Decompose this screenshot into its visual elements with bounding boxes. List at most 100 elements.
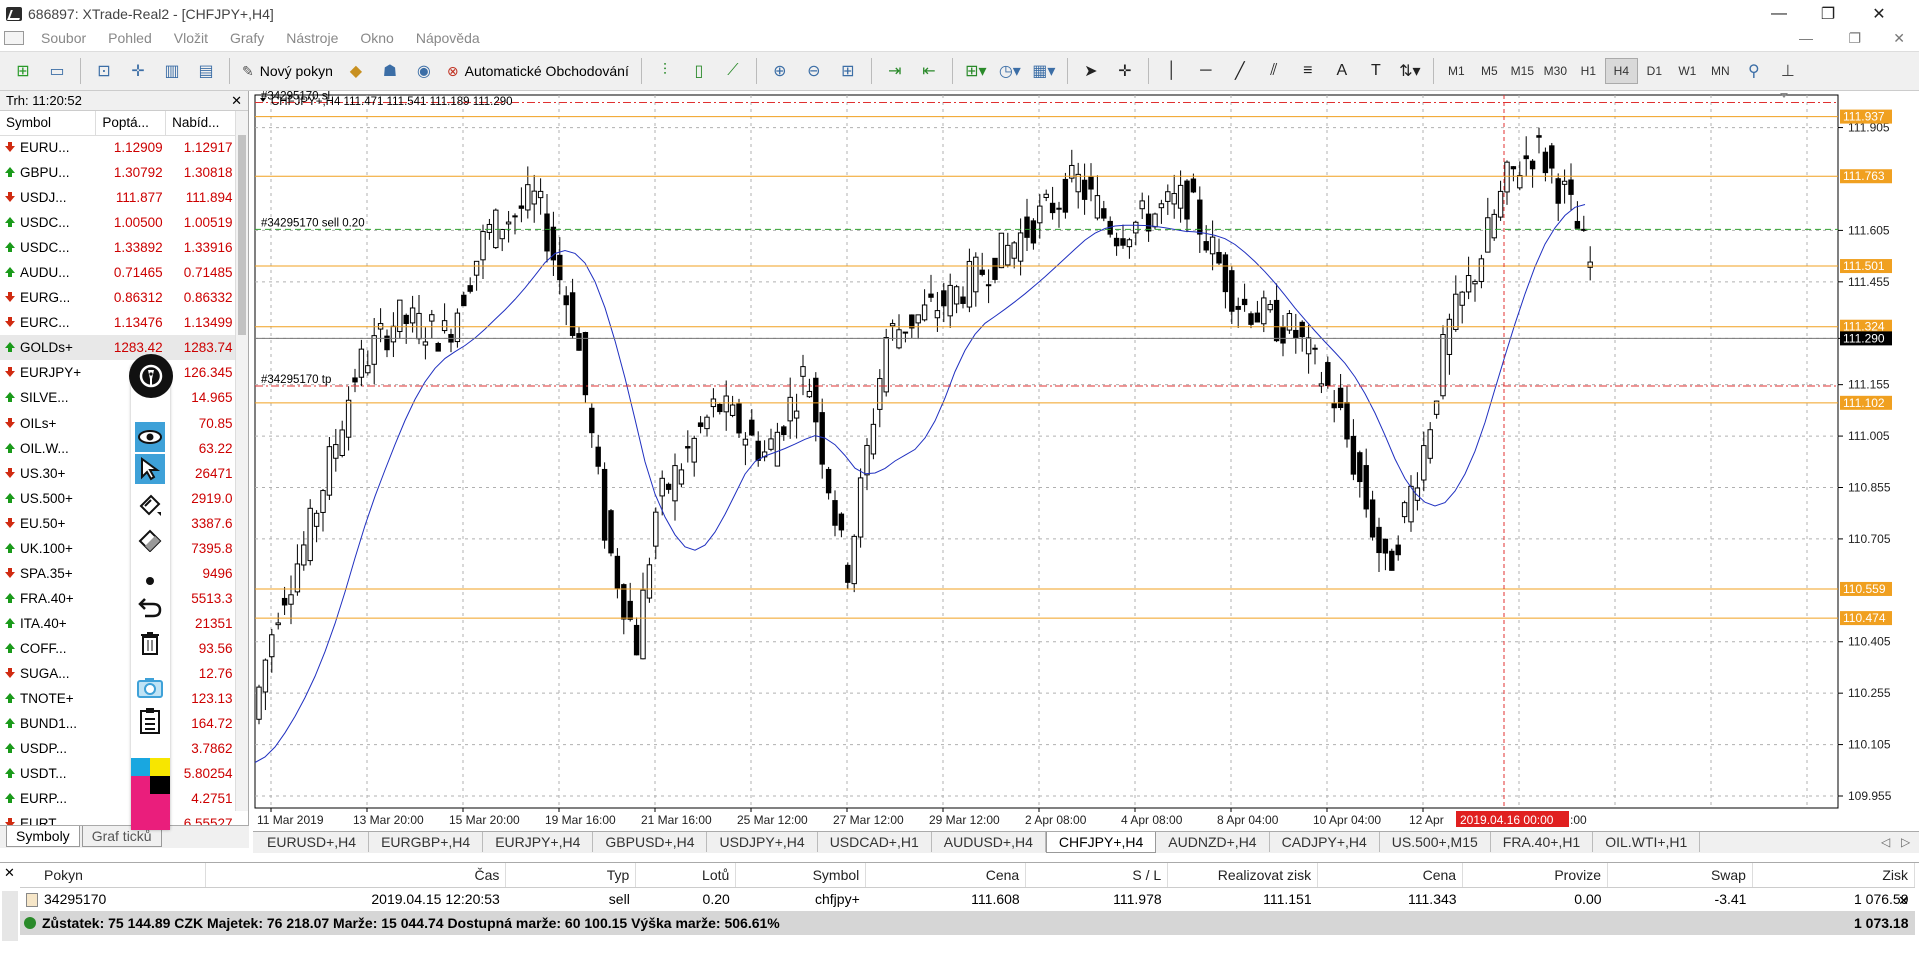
undo-icon[interactable] — [135, 592, 165, 622]
market-watch-row[interactable]: USDP...3.73.7862 — [0, 736, 236, 761]
terminal-column-header[interactable]: Cena — [1317, 863, 1464, 888]
chart-tab[interactable]: AUDNZD+,H4 — [1156, 832, 1270, 852]
restore-button[interactable]: ❐ — [1805, 0, 1851, 27]
pointer-icon[interactable] — [135, 454, 165, 484]
minimize-button[interactable]: — — [1756, 0, 1802, 27]
eraser-icon[interactable] — [135, 524, 165, 554]
terminal-column-header[interactable]: Cena — [865, 863, 1027, 888]
zoom-out-icon[interactable]: ⊖ — [801, 58, 827, 84]
market-watch-row[interactable]: BUND1...16164.72 — [0, 711, 236, 736]
cursor-icon[interactable]: ➤ — [1078, 58, 1104, 84]
tile-windows-icon[interactable]: ⊞ — [835, 58, 861, 84]
timeframe-d1[interactable]: D1 — [1638, 58, 1671, 84]
chart-tab[interactable]: EURUSD+,H4 — [255, 832, 370, 852]
child-close-icon[interactable]: ✕ — [1893, 30, 1905, 47]
market-watch-row[interactable]: US.500+292919.0 — [0, 486, 236, 511]
auto-trading-button[interactable]: ⊗ Automatické Obchodování — [441, 57, 635, 85]
market-watch-row[interactable]: USDC... 1.33892 1.33916 — [0, 235, 236, 260]
terminal-column-header[interactable]: Realizovat zisk — [1167, 863, 1319, 888]
indicators-icon[interactable]: ⊞▾ — [963, 58, 989, 84]
timeframe-mn[interactable]: MN — [1704, 58, 1737, 84]
timeframe-m30[interactable]: M30 — [1539, 58, 1572, 84]
terminal-column-header[interactable]: Zisk — [1752, 863, 1916, 888]
menu-file[interactable]: Soubor — [30, 30, 97, 46]
chart-tab[interactable]: USDCAD+,H1 — [818, 832, 932, 852]
column-symbol[interactable]: Symbol — [0, 111, 97, 136]
chart-shift-icon[interactable]: ⇤ — [916, 58, 942, 84]
pin-icon[interactable]: ⊥ — [1775, 58, 1801, 84]
market-watch-close-icon[interactable]: ✕ — [231, 93, 242, 109]
market-watch-row[interactable]: US.30+2626471 — [0, 461, 236, 486]
auto-scroll-icon[interactable]: ⇥ — [882, 58, 908, 84]
fibonacci-icon[interactable]: ≡ — [1295, 58, 1321, 84]
child-minimize-icon[interactable]: — — [1799, 30, 1813, 46]
chart-tab[interactable]: OIL.WTI+,H1 — [1593, 832, 1701, 852]
column-ask[interactable]: Nabíd... — [165, 111, 236, 136]
trendline-icon[interactable]: ╱ — [1227, 58, 1253, 84]
pen-tool-icon[interactable] — [129, 354, 173, 398]
market-watch-row[interactable]: GBPU... 1.30792 1.30818 — [0, 160, 236, 185]
market-watch-row[interactable]: UK.100+737395.8 — [0, 536, 236, 561]
chart-tab[interactable]: GBPUSD+,H4 — [593, 832, 708, 852]
chart-tab[interactable]: EURGBP+,H4 — [369, 832, 484, 852]
text-label-icon[interactable]: T — [1363, 58, 1389, 84]
market-watch-row[interactable]: GOLDs+ 1283.42 1283.74 — [0, 335, 236, 361]
menu-help[interactable]: Nápověda — [405, 30, 491, 46]
market-watch-row[interactable]: FRA.40+555513.3 — [0, 586, 236, 611]
chart-tab[interactable]: FRA.40+,H1 — [1491, 832, 1594, 852]
market-watch-row[interactable]: SPA.35+99496 — [0, 561, 236, 586]
timeframe-h4[interactable]: H4 — [1604, 58, 1638, 84]
market-watch-row[interactable]: EURJPY+126.3126.345 — [0, 360, 236, 385]
profiles-icon[interactable]: ▭ — [44, 58, 70, 84]
market-watch-row[interactable]: COFF...993.56 — [0, 636, 236, 661]
market-watch-row[interactable]: USDJ... 111.877 111.894 — [0, 185, 236, 210]
child-restore-icon[interactable]: ❐ — [1848, 30, 1861, 47]
menu-charts[interactable]: Grafy — [219, 30, 275, 46]
chart-tab[interactable]: AUDUSD+,H4 — [932, 832, 1046, 852]
metaeditor-icon[interactable]: ◆ — [343, 58, 369, 84]
chart-tab[interactable]: EURJPY+,H4 — [483, 832, 594, 852]
timeframe-w1[interactable]: W1 — [1671, 58, 1704, 84]
camera-icon[interactable] — [135, 672, 165, 702]
terminal-column-header[interactable]: Lotů — [635, 863, 737, 888]
chart-window[interactable]: 111.905111.605111.455111.290111.155111.0… — [253, 91, 1919, 831]
timeframe-m15[interactable]: M15 — [1506, 58, 1539, 84]
scroll-thumb[interactable] — [238, 135, 246, 335]
terminal-column-header[interactable]: Typ — [505, 863, 637, 888]
terminal-column-header[interactable]: Provize — [1462, 863, 1609, 888]
price-chart[interactable]: 111.905111.605111.455111.290111.155111.0… — [253, 91, 1919, 831]
chart-tab[interactable]: CHFJPY+,H4 — [1045, 832, 1157, 853]
document-icon[interactable] — [4, 31, 24, 45]
timeframe-m1[interactable]: M1 — [1440, 58, 1473, 84]
market-watch-row[interactable]: EURP...4.24.2751 — [0, 786, 236, 811]
market-watch-row[interactable]: AUDU... 0.71465 0.71485 — [0, 260, 236, 285]
templates-icon[interactable]: ▦▾ — [1031, 58, 1057, 84]
line-chart-icon[interactable]: ⟋ — [720, 58, 746, 84]
market-watch-row[interactable]: ITA.40+2121351 — [0, 611, 236, 636]
chart-tab[interactable]: CADJPY+,H4 — [1270, 832, 1380, 852]
terminal-column-header[interactable]: Swap — [1607, 863, 1753, 888]
new-order-button[interactable]: ✎ Nový pokyn — [236, 57, 339, 85]
terminal-column-header[interactable]: S / L — [1025, 863, 1169, 888]
arrows-icon[interactable]: ⇅▾ — [1397, 58, 1423, 84]
channel-icon[interactable]: ⫽ — [1261, 58, 1287, 84]
clipboard-icon[interactable] — [135, 706, 165, 736]
market-watch-row[interactable]: OILs+7070.85 — [0, 411, 236, 436]
market-watch-row[interactable]: USDC... 1.00500 1.00519 — [0, 210, 236, 235]
navigator-icon[interactable]: ▥ — [159, 58, 185, 84]
market-watch-scrollbar[interactable] — [235, 111, 248, 811]
text-icon[interactable]: A — [1329, 58, 1355, 84]
menu-view[interactable]: Pohled — [97, 30, 163, 46]
market-watch-row[interactable]: EU.50+333387.6 — [0, 511, 236, 536]
order-row[interactable]: 34295170 2019.04.15 12:20:53 sell 0.20 chfjp… — [20, 887, 1915, 911]
market-watch-row[interactable]: OIL.W...663.22 — [0, 436, 236, 461]
chart-tab[interactable]: USDJPY+,H4 — [707, 832, 818, 852]
market-watch-row[interactable]: SILVE...14.914.965 — [0, 385, 236, 410]
terminal-column-header[interactable]: Čas — [205, 863, 507, 888]
eye-icon[interactable] — [135, 422, 165, 452]
column-bid[interactable]: Poptá... — [95, 111, 167, 136]
market-watch-row[interactable]: EURU... 1.12909 1.12917 — [0, 135, 236, 160]
trash-icon[interactable] — [135, 628, 165, 658]
market-watch-row[interactable]: TNOTE+12123.13 — [0, 686, 236, 711]
signals-icon[interactable]: ☗ — [377, 58, 403, 84]
